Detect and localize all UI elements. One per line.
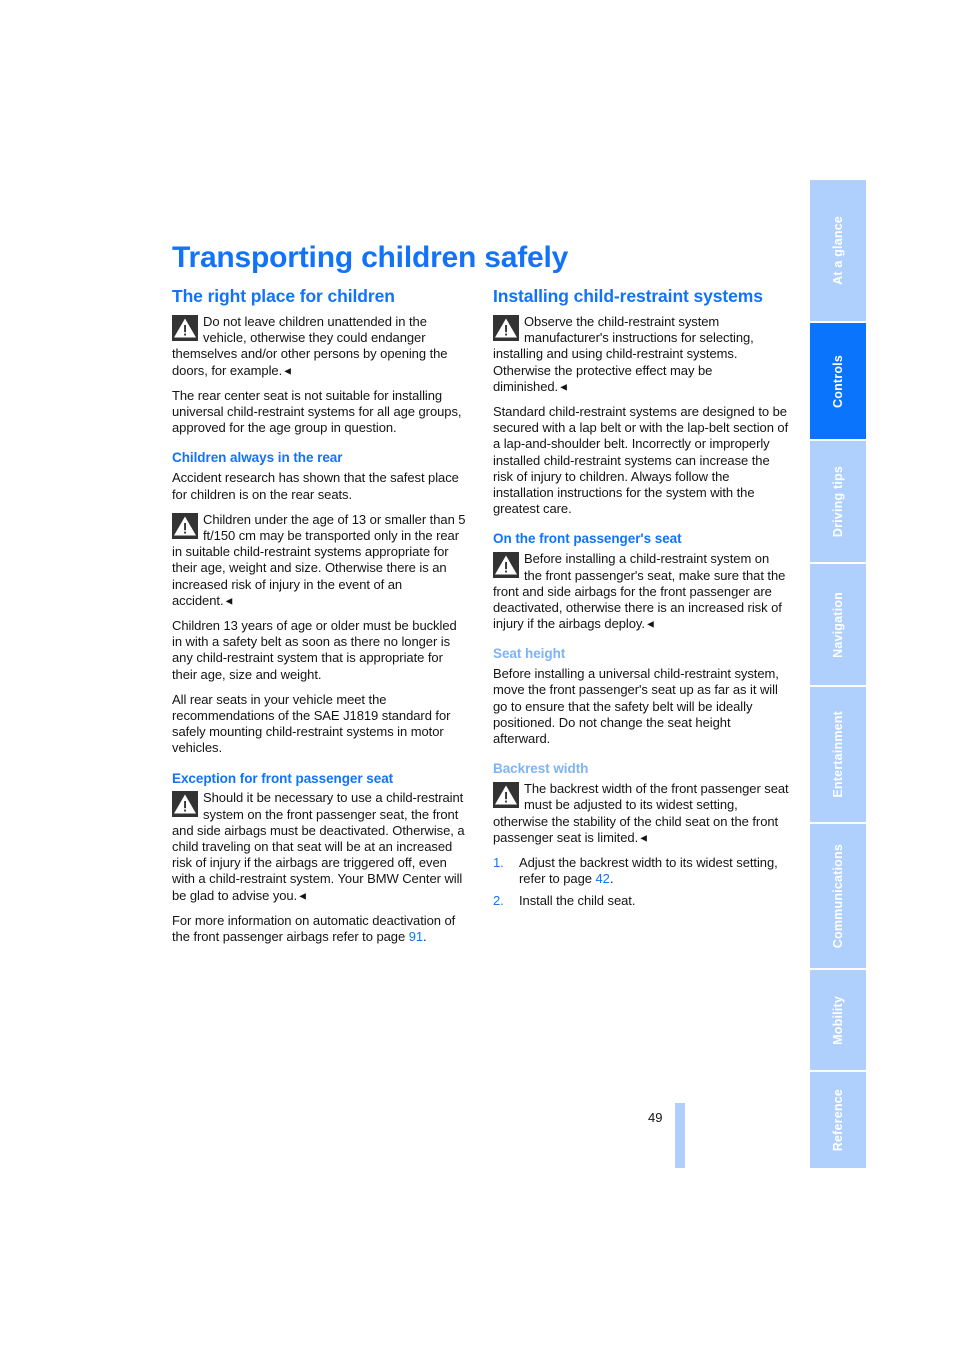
chapter-tab-reference[interactable]: Reference [810, 1072, 866, 1168]
chapter-tab-communications[interactable]: Communications [810, 824, 866, 970]
warning-triangle-icon [493, 782, 519, 809]
end-marker: ◄ [558, 381, 569, 394]
paragraph-seat-height: Before installing a universal child-rest… [493, 666, 779, 747]
warning-triangle-icon [493, 552, 519, 579]
right-column: Installing child-restraint systems Obser… [493, 286, 789, 945]
chapter-tab-at-a-glance[interactable]: At a glance [810, 180, 866, 323]
end-marker: ◄ [282, 365, 294, 378]
page-number: 49 [648, 1110, 663, 1125]
heading-right-place-for-children: The right place for children [172, 286, 395, 306]
chapter-tab-label: Controls [831, 354, 845, 408]
warning-triangle-icon [172, 791, 198, 818]
warning-observe-manufacturer-instructions: Observe the child-restraint system manuf… [493, 314, 789, 395]
subheading-on-the-front-passengers-seat: On the front passenger's seat [493, 531, 682, 547]
heading-installing-child-restraint-systems: Installing child-restraint systems [493, 286, 763, 306]
warning-triangle-icon [493, 315, 519, 341]
left-column: The right place for children Do not leav… [172, 286, 468, 945]
page-reference-42[interactable]: 42 [596, 871, 610, 886]
chapter-tab-label: Navigation [831, 591, 845, 658]
end-marker: ◄ [297, 890, 309, 903]
numbered-steps-list: 1. Adjust the backrest width to its wides… [493, 855, 789, 910]
warning-front-passenger-restraint: Should it be necessary to use a child-re… [172, 790, 468, 903]
subheading-children-always-in-the-rear: Children always in the rear [172, 450, 343, 466]
step-text-after-ref: . [609, 871, 614, 887]
chapter-tab-label: Entertainment [831, 711, 845, 798]
subheading-seat-height: Seat height [493, 646, 566, 662]
warning-text: Before installing a child-restraint syst… [493, 551, 786, 632]
warning-triangle-icon [172, 512, 198, 539]
step-item: 2. Install the child seat. [493, 893, 789, 909]
step-text: Adjust the backrest width to its widest … [519, 854, 778, 887]
chapter-tab-label: Mobility [831, 995, 845, 1045]
end-marker: ◄ [644, 618, 656, 631]
end-marker: ◄ [223, 595, 235, 608]
subheading-exception-front-passenger-seat: Exception for front passenger seat [172, 770, 394, 786]
end-marker: ◄ [638, 832, 650, 845]
step-number: 2. [493, 893, 504, 909]
step-number: 1. [493, 854, 504, 870]
warning-backrest-width: The backrest width of the front passenge… [493, 781, 789, 846]
chapter-tab-label: Communications [831, 843, 845, 949]
warning-text: Observe the child-restraint system manuf… [493, 314, 754, 394]
chapter-tab-driving-tips[interactable]: Driving tips [810, 441, 866, 564]
page-reference-91[interactable]: 91 [409, 929, 423, 944]
paragraph-standard-systems: Standard child-restraint systems are des… [493, 404, 789, 517]
warning-children-under-13: Children under the age of 13 or smaller … [172, 512, 468, 609]
chapter-tab-mobility[interactable]: Mobility [810, 970, 866, 1072]
chapter-tab-label: Driving tips [831, 465, 845, 538]
warning-text: Do not leave children unattended in the … [172, 314, 448, 378]
warning-text: Should it be necessary to use a child-re… [172, 790, 465, 903]
paragraph-rear-center-seat: The rear center seat is not suitable for… [172, 387, 462, 436]
step-item: 1. Adjust the backrest width to its wides… [493, 855, 789, 887]
chapter-tab-navigation[interactable]: Navigation [810, 564, 866, 687]
chapter-tab-entertainment[interactable]: Entertainment [810, 687, 866, 824]
warning-text: Children under the age of 13 or smaller … [172, 511, 466, 608]
page-number-bar [675, 1103, 685, 1168]
content-columns: The right place for children Do not leav… [172, 286, 789, 945]
manual-page: Transporting children safely The right p… [0, 0, 954, 1351]
warning-deactivate-airbags: Before installing a child-restraint syst… [493, 551, 789, 632]
subheading-backrest-width: Backrest width [493, 761, 589, 777]
paragraph-accident-research: Accident research has shown that the saf… [172, 470, 459, 502]
chapter-tab-label: Reference [831, 1088, 845, 1152]
paragraph-text-after-ref: . [423, 929, 427, 945]
chapter-tab-controls[interactable]: Controls [810, 323, 866, 441]
warning-triangle-icon [172, 315, 198, 341]
paragraph-automatic-deactivation: For more information on automatic deacti… [172, 913, 468, 945]
chapter-tab-navigation: At a glance Controls Driving tips Navigatio… [810, 180, 866, 1168]
page-title: Transporting children safely [172, 241, 569, 275]
paragraph-children-13-or-older: Children 13 years of age or older must b… [172, 617, 457, 682]
warning-unattended-children: Do not leave children unattended in the … [172, 314, 468, 379]
paragraph-sae-standard: All rear seats in your vehicle meet the … [172, 691, 451, 756]
chapter-tab-label: At a glance [831, 216, 845, 285]
step-text: Install the child seat. [519, 893, 636, 909]
